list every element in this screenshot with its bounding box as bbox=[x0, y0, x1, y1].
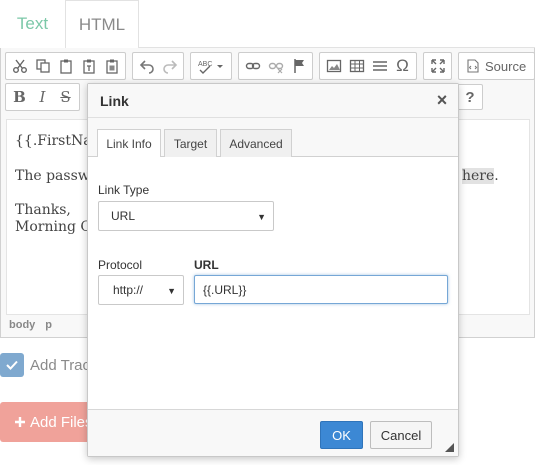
tab-text[interactable]: Text bbox=[0, 0, 65, 48]
url-label: URL bbox=[194, 258, 219, 272]
checkmark-icon bbox=[6, 360, 18, 370]
table-icon[interactable] bbox=[345, 54, 368, 78]
content-link-here[interactable]: here bbox=[462, 168, 495, 184]
content-line-3: Thanks, bbox=[15, 202, 71, 218]
paste-word-icon[interactable] bbox=[100, 54, 123, 78]
cut-icon[interactable] bbox=[8, 54, 31, 78]
help-button[interactable]: ? bbox=[457, 84, 483, 110]
link-icon[interactable] bbox=[241, 54, 264, 78]
undo-redo-group bbox=[132, 52, 184, 80]
dialog-body: Link Type URL ▼ Protocol http:// ▼ URL bbox=[88, 157, 458, 409]
source-button[interactable]: Source bbox=[461, 54, 532, 78]
source-label: Source bbox=[485, 58, 527, 74]
path-p[interactable]: p bbox=[45, 319, 52, 331]
special-char-omega-icon[interactable]: Ω bbox=[391, 54, 414, 78]
redo-icon[interactable] bbox=[158, 54, 181, 78]
plus-icon bbox=[15, 417, 25, 427]
protocol-value: http:// bbox=[113, 283, 144, 297]
tab-advanced[interactable]: Advanced bbox=[220, 129, 292, 157]
tab-html[interactable]: HTML bbox=[65, 0, 139, 48]
resize-grip-icon[interactable] bbox=[445, 443, 454, 452]
link-type-select[interactable]: URL ▼ bbox=[98, 201, 274, 231]
tab-target[interactable]: Target bbox=[164, 129, 217, 157]
svg-text:ABC: ABC bbox=[198, 61, 212, 68]
toolbar-row-2: B I S bbox=[5, 83, 80, 111]
dialog-footer: OK Cancel bbox=[88, 409, 458, 456]
protocol-select[interactable]: http:// ▼ bbox=[98, 275, 184, 305]
bold-button[interactable]: B bbox=[8, 85, 31, 109]
spellcheck-group: ABC bbox=[190, 52, 232, 80]
dialog-title: Link bbox=[100, 92, 129, 109]
insert-group: Ω bbox=[319, 52, 417, 80]
horizontal-rule-icon[interactable] bbox=[368, 54, 391, 78]
maximize-icon[interactable] bbox=[426, 54, 449, 78]
image-icon[interactable] bbox=[322, 54, 345, 78]
content-line-2: The passwo bbox=[15, 168, 98, 184]
dialog-title-bar[interactable]: Link bbox=[88, 84, 458, 118]
strikethrough-button[interactable]: S bbox=[54, 85, 77, 109]
add-files-label: Add Files bbox=[30, 413, 93, 431]
link-type-label: Link Type bbox=[98, 183, 150, 197]
unlink-icon[interactable] bbox=[264, 54, 287, 78]
link-dialog: Link × Link Info Target Advanced Link Ty… bbox=[87, 83, 459, 457]
paste-text-icon[interactable] bbox=[77, 54, 100, 78]
content-line-2-link: here. bbox=[462, 168, 499, 184]
maximize-group bbox=[423, 52, 452, 80]
clipboard-group bbox=[5, 52, 126, 80]
path-body[interactable]: body bbox=[9, 319, 35, 331]
ok-button[interactable]: OK bbox=[320, 421, 363, 449]
paste-icon[interactable] bbox=[54, 54, 77, 78]
add-tracking-row: Add Track bbox=[0, 353, 98, 377]
chevron-down-icon: ▼ bbox=[257, 212, 266, 222]
content-line-2-text: The passwo bbox=[15, 168, 99, 184]
element-path-bar: body p bbox=[9, 319, 52, 331]
copy-icon[interactable] bbox=[31, 54, 54, 78]
text-format-group: B I S bbox=[5, 83, 80, 111]
tab-link-info[interactable]: Link Info bbox=[97, 129, 161, 158]
toolbar-row-1: ABC Ω Source bbox=[5, 52, 535, 80]
url-input[interactable] bbox=[194, 275, 448, 304]
content-line-2-end: . bbox=[494, 168, 499, 184]
source-group: Source bbox=[458, 52, 535, 80]
link-group bbox=[238, 52, 313, 80]
protocol-label: Protocol bbox=[98, 258, 143, 272]
close-icon[interactable]: × bbox=[434, 91, 450, 109]
dialog-tabs: Link Info Target Advanced bbox=[88, 118, 458, 158]
chevron-down-icon: ▼ bbox=[167, 286, 176, 296]
spellcheck-icon[interactable]: ABC bbox=[193, 54, 229, 78]
add-tracking-checkbox[interactable] bbox=[0, 353, 24, 377]
cancel-button[interactable]: Cancel bbox=[370, 421, 432, 449]
link-type-value: URL bbox=[111, 209, 136, 223]
editor-mode-tabs: Text HTML bbox=[0, 0, 535, 48]
undo-icon[interactable] bbox=[135, 54, 158, 78]
italic-button[interactable]: I bbox=[31, 85, 54, 109]
anchor-flag-icon[interactable] bbox=[287, 54, 310, 78]
